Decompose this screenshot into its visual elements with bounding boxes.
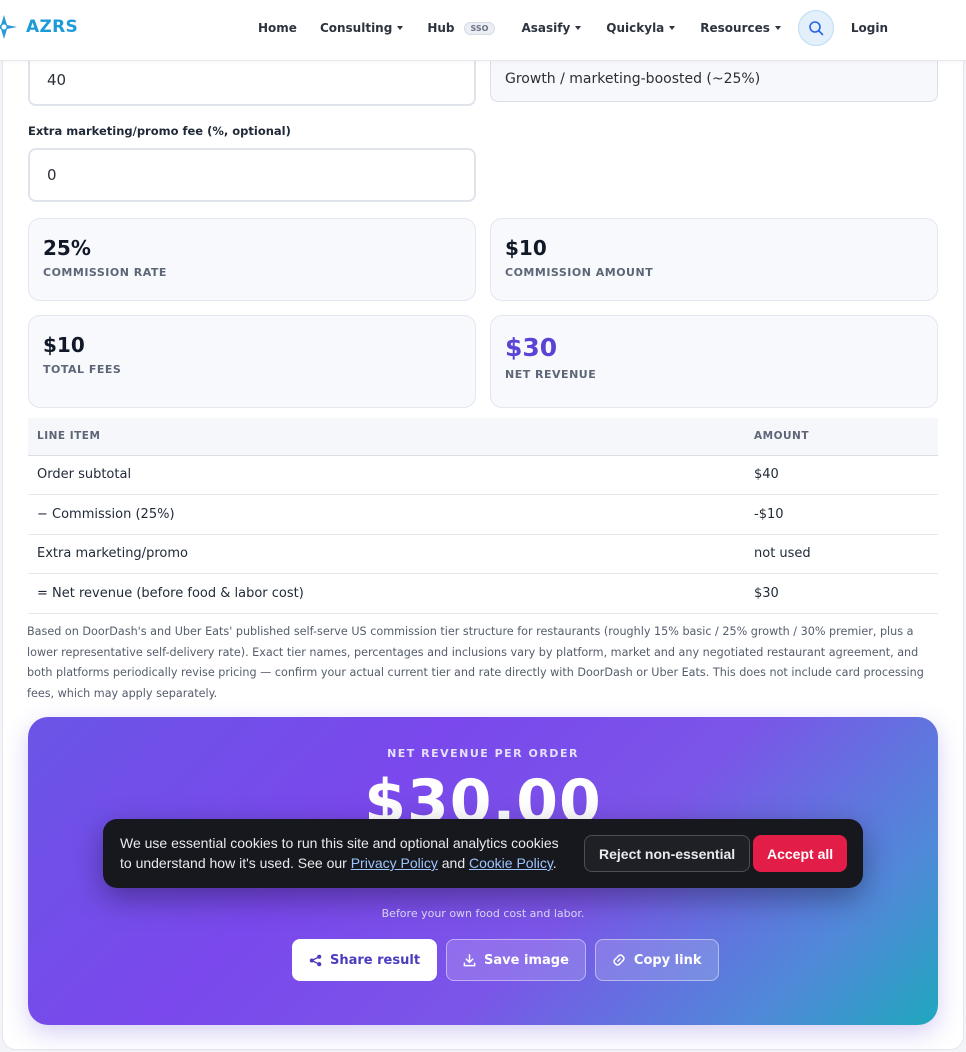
row-item: − Commission (25%) xyxy=(28,494,745,535)
cookie-policy-link[interactable]: Cookie Policy xyxy=(469,855,553,871)
save-image-label: Save image xyxy=(484,952,569,968)
cookie-message: We use essential cookies to run this sit… xyxy=(120,833,570,873)
row-item: = Net revenue (before food & labor cost) xyxy=(28,573,745,614)
table-row: − Commission (25%) -$10 xyxy=(28,494,938,535)
nav-home-label: Home xyxy=(258,21,297,35)
star-logo-icon xyxy=(0,15,17,39)
cookie-banner: We use essential cookies to run this sit… xyxy=(103,819,863,888)
top-navbar: AZRS Home Consulting Hub SSO Asasify Quic… xyxy=(0,0,966,61)
disclaimer-text: Based on DoorDash's and Uber Eats' publi… xyxy=(27,625,924,700)
copy-link-button[interactable]: Copy link xyxy=(594,939,719,981)
privacy-policy-link[interactable]: Privacy Policy xyxy=(351,855,438,871)
cookie-text-suffix: . xyxy=(552,855,557,871)
nav-resources[interactable]: Resources xyxy=(700,21,781,35)
nav-asasify[interactable]: Asasify xyxy=(521,21,582,35)
commission-rate-label: COMMISSION RATE xyxy=(43,266,167,279)
accept-all-button[interactable]: Accept all xyxy=(753,835,848,872)
save-image-button[interactable]: Save image xyxy=(446,939,586,981)
commission-amount-label: COMMISSION AMOUNT xyxy=(505,266,654,279)
brand-logo[interactable]: AZRS xyxy=(0,12,78,42)
promo-fee-text: 0 xyxy=(47,166,57,184)
download-icon xyxy=(463,953,476,966)
caret-down-icon xyxy=(669,26,676,30)
col-amount: AMOUNT xyxy=(745,418,938,456)
order-value-input[interactable]: 40 xyxy=(28,56,476,106)
commission-rate-value: 25% xyxy=(43,236,91,260)
net-revenue-label: NET REVENUE xyxy=(505,368,597,381)
row-amount: $40 xyxy=(745,455,938,495)
sso-badge: SSO xyxy=(463,21,496,35)
nav-asasify-label: Asasify xyxy=(521,21,571,35)
nav-consulting-label: Consulting xyxy=(319,21,393,35)
nav-home[interactable]: Home xyxy=(258,21,297,35)
stat-net-revenue: $30 NET REVENUE xyxy=(490,315,938,408)
share-icon xyxy=(309,954,322,966)
search-button[interactable] xyxy=(797,10,834,46)
commission-amount-value: $10 xyxy=(505,236,547,260)
share-result-button[interactable]: Share result xyxy=(292,939,438,981)
total-fees-value: $10 xyxy=(43,333,85,357)
search-icon xyxy=(809,21,824,36)
hero-kicker: NET REVENUE PER ORDER xyxy=(387,747,579,760)
main-nav: Home Consulting Hub SSO Asasify Quickyla … xyxy=(258,0,888,56)
commission-tier-select[interactable]: Growth / marketing-boosted (~25%) xyxy=(490,56,938,102)
stat-commission-amount: $10 COMMISSION AMOUNT xyxy=(490,218,938,301)
caret-down-icon xyxy=(575,26,582,30)
tier-selected-text: Growth / marketing-boosted (~25%) xyxy=(505,70,761,87)
promo-fee-input[interactable]: 0 xyxy=(28,148,476,202)
nav-quickyla-label: Quickyla xyxy=(606,21,665,35)
login-label: Login xyxy=(850,21,889,35)
reject-non-essential-button[interactable]: Reject non-essential xyxy=(584,835,751,872)
row-item: Extra marketing/promo xyxy=(28,534,745,574)
net-revenue-value: $30 xyxy=(505,333,558,362)
row-amount: not used xyxy=(745,534,938,574)
table-row: Extra marketing/promo not used xyxy=(28,534,938,574)
stat-commission-rate: 25% COMMISSION RATE xyxy=(28,218,476,301)
stat-total-fees: $10 TOTAL FEES xyxy=(28,315,476,408)
caret-down-icon xyxy=(397,26,404,30)
row-amount: -$10 xyxy=(745,494,938,535)
login-link[interactable]: Login xyxy=(851,21,888,35)
nav-quickyla[interactable]: Quickyla xyxy=(606,21,676,35)
hero-actions: Share result Save image Copy link xyxy=(292,939,719,981)
row-item: Order subtotal xyxy=(28,455,745,495)
hero-subtext: Before your own food cost and labor. xyxy=(381,907,585,920)
nav-consulting[interactable]: Consulting xyxy=(319,21,404,35)
order-value-text: 40 xyxy=(47,71,67,89)
col-line-item: LINE ITEM xyxy=(28,418,745,456)
copy-link-label: Copy link xyxy=(633,952,702,968)
nav-hub-label: Hub xyxy=(427,21,455,35)
cookie-text-and: and xyxy=(437,855,469,871)
table-header-row: LINE ITEM AMOUNT xyxy=(28,418,938,456)
caret-down-icon xyxy=(774,26,781,30)
promo-fee-label: Extra marketing/promo fee (%, optional) xyxy=(28,124,291,138)
brand-name: AZRS xyxy=(26,17,79,37)
total-fees-label: TOTAL FEES xyxy=(43,363,122,376)
nav-hub[interactable]: Hub SSO xyxy=(427,21,496,35)
table-row: Order subtotal $40 xyxy=(28,455,938,495)
share-result-label: Share result xyxy=(330,952,421,968)
link-icon xyxy=(613,954,625,966)
nav-resources-label: Resources xyxy=(700,21,770,35)
row-amount: $30 xyxy=(745,573,938,614)
line-items-table: LINE ITEM AMOUNT Order subtotal $40 − Co… xyxy=(28,418,938,614)
table-row: = Net revenue (before food & labor cost)… xyxy=(28,573,938,614)
